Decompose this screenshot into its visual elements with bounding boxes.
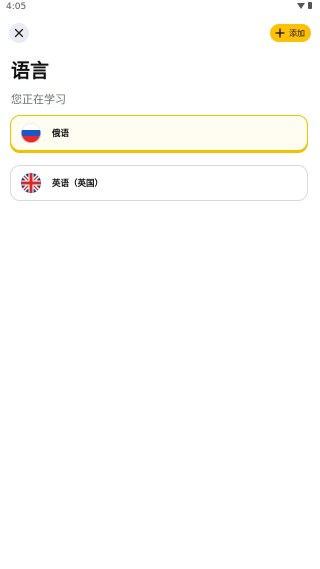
uk-flag-icon xyxy=(21,173,41,193)
plus-icon xyxy=(275,28,285,38)
language-label: 英语（英国） xyxy=(52,179,104,189)
status-bar: 4:05 xyxy=(0,0,320,14)
add-language-button[interactable]: 添加 xyxy=(270,24,311,42)
add-button-label: 添加 xyxy=(289,28,305,38)
language-label: 俄语 xyxy=(52,129,70,139)
status-time: 4:05 xyxy=(6,2,27,12)
page-subtitle: 您正在学习 xyxy=(11,93,66,106)
russia-flag-icon xyxy=(21,123,41,143)
language-item-english-uk[interactable]: 英语（英国） xyxy=(10,165,308,201)
battery-icon xyxy=(308,2,312,9)
wifi-icon xyxy=(297,2,305,9)
language-item-russian[interactable]: 俄语 xyxy=(10,115,308,151)
status-icons xyxy=(297,2,312,9)
close-icon xyxy=(14,28,24,38)
close-button[interactable] xyxy=(9,23,29,43)
page-title: 语言 xyxy=(11,60,50,82)
